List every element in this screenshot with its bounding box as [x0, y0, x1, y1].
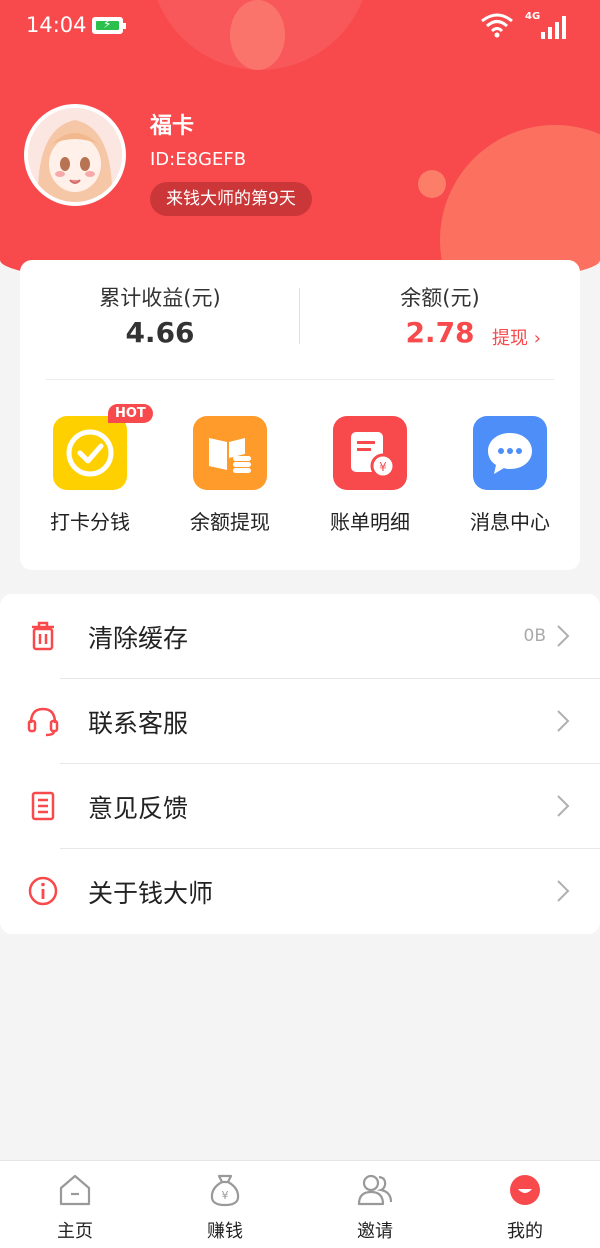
tab-home[interactable]: 主页	[0, 1169, 150, 1243]
settings-menu: 清除缓存 0B 联系客服 意见反馈 关于钱大师	[0, 594, 600, 934]
svg-text:¥: ¥	[222, 1189, 229, 1202]
wifi-icon	[481, 13, 513, 38]
chevron-right-icon	[557, 625, 570, 647]
menu-item-label: 联系客服	[88, 709, 189, 738]
home-icon	[59, 1174, 91, 1206]
tab-label: 赚钱	[207, 1221, 243, 1242]
headset-icon	[27, 707, 59, 737]
quick-action-label: 消息中心	[470, 510, 550, 534]
menu-item-customer-service[interactable]: 联系客服	[0, 679, 600, 764]
tab-me[interactable]: 我的	[450, 1169, 600, 1243]
user-name: 福卡	[150, 114, 195, 139]
cache-size: 0B	[523, 626, 546, 646]
quick-action-label: 余额提现	[190, 510, 270, 534]
tab-label: 主页	[57, 1221, 93, 1242]
money-bag-icon: ¥	[210, 1174, 240, 1207]
battery-icon: ⚡	[92, 17, 126, 34]
balance-value: 2.78	[405, 316, 475, 349]
quick-action-withdraw[interactable]: 余额提现	[160, 416, 300, 535]
bottom-tab-bar: 主页 ¥ 赚钱 邀请 我的	[0, 1160, 600, 1248]
chevron-right-icon	[557, 795, 570, 817]
menu-item-feedback[interactable]: 意见反馈	[0, 764, 600, 849]
avatar[interactable]	[24, 104, 126, 206]
menu-item-label: 关于钱大师	[88, 879, 214, 908]
signal-icon	[541, 16, 566, 39]
quick-action-label: 账单明细	[330, 510, 410, 534]
menu-item-about[interactable]: 关于钱大师	[0, 849, 600, 934]
quick-action-checkin[interactable]: 打卡分钱	[20, 416, 160, 535]
user-id: ID:E8GEFB	[150, 149, 247, 170]
total-earnings: 累计收益(元) 4.66	[20, 282, 300, 349]
quick-action-bills[interactable]: ¥ 账单明细	[300, 416, 440, 535]
info-icon	[28, 876, 58, 906]
chevron-right-icon	[557, 880, 570, 902]
tab-invite[interactable]: 邀请	[300, 1169, 450, 1243]
svg-text:¥: ¥	[379, 460, 387, 474]
hot-badge: HOT	[108, 404, 153, 423]
chat-icon	[473, 416, 547, 490]
quick-action-label: 打卡分钱	[50, 510, 130, 534]
anime-avatar-icon	[28, 108, 122, 202]
tab-earn[interactable]: ¥ 赚钱	[150, 1169, 300, 1243]
menu-item-label: 清除缓存	[88, 624, 189, 653]
profile-header: 14:04 ⚡ 4G 福卡 ID:E8GEFB 来钱大师的第9天	[0, 0, 600, 290]
document-icon	[31, 791, 55, 821]
total-earnings-value: 4.66	[125, 316, 195, 349]
tab-label: 邀请	[357, 1221, 393, 1242]
earnings-card: 累计收益(元) 4.66 余额(元) 2.78 提现 › 打卡分钱 HOT 余额…	[20, 260, 580, 570]
balance-label: 余额(元)	[400, 286, 480, 310]
menu-item-clear-cache[interactable]: 清除缓存 0B	[0, 594, 600, 679]
status-time: 14:04	[26, 13, 87, 37]
status-bar: 14:04 ⚡ 4G	[0, 0, 600, 54]
tab-label: 我的	[507, 1221, 543, 1242]
network-type: 4G	[525, 11, 541, 22]
menu-item-label: 意见反馈	[88, 794, 189, 823]
quick-action-messages[interactable]: 消息中心	[440, 416, 580, 535]
me-icon	[510, 1175, 540, 1205]
withdraw-link[interactable]: 提现 ›	[492, 324, 541, 350]
days-badge: 来钱大师的第9天	[150, 182, 312, 216]
card-divider	[46, 379, 554, 380]
checkin-icon	[53, 416, 127, 490]
trash-icon	[32, 621, 54, 651]
people-icon	[357, 1174, 393, 1206]
book-coins-icon	[193, 416, 267, 490]
bill-icon: ¥	[333, 416, 407, 490]
total-earnings-label: 累计收益(元)	[99, 286, 221, 310]
chevron-right-icon	[557, 710, 570, 732]
